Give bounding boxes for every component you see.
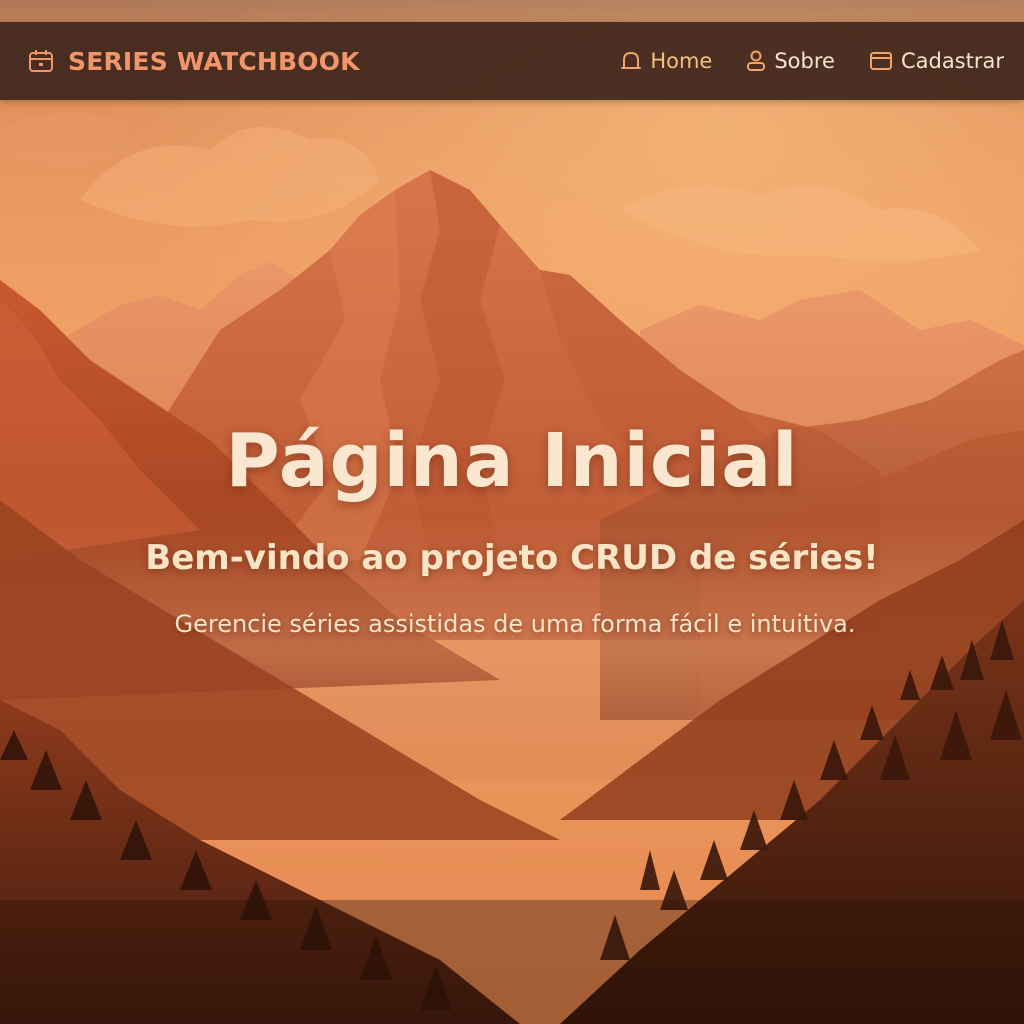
nav-links: Home Sobre Cadastrar: [620, 49, 1004, 73]
nav-link-home-label: Home: [650, 49, 713, 73]
page: SERIES WATCHBOOK Home Sobre Cadastrar Pá…: [0, 0, 1024, 1024]
nav-link-cadastrar[interactable]: Cadastrar: [869, 49, 1004, 73]
nav-link-home[interactable]: Home: [620, 49, 712, 73]
top-edge: [0, 0, 1024, 22]
page-title: Página Inicial: [225, 418, 799, 504]
brand-title: SERIES WATCHBOOK: [68, 46, 360, 76]
navbar: SERIES WATCHBOOK Home Sobre Cadastrar: [0, 22, 1024, 100]
mountain-landscape-background: [0, 0, 1024, 1024]
brand-link[interactable]: SERIES WATCHBOOK: [28, 47, 360, 76]
nav-link-sobre-label: Sobre: [774, 49, 835, 73]
page-subtitle: Bem-vindo ao projeto CRUD de séries!: [145, 538, 879, 578]
bell-icon: [620, 50, 642, 72]
nav-link-sobre[interactable]: Sobre: [746, 49, 835, 73]
page-description: Gerencie séries assistidas de uma forma …: [174, 610, 856, 638]
window-icon: [869, 50, 893, 72]
nav-link-cadastrar-label: Cadastrar: [900, 49, 1004, 73]
calendar-icon: [28, 49, 54, 73]
user-icon: [746, 50, 766, 72]
